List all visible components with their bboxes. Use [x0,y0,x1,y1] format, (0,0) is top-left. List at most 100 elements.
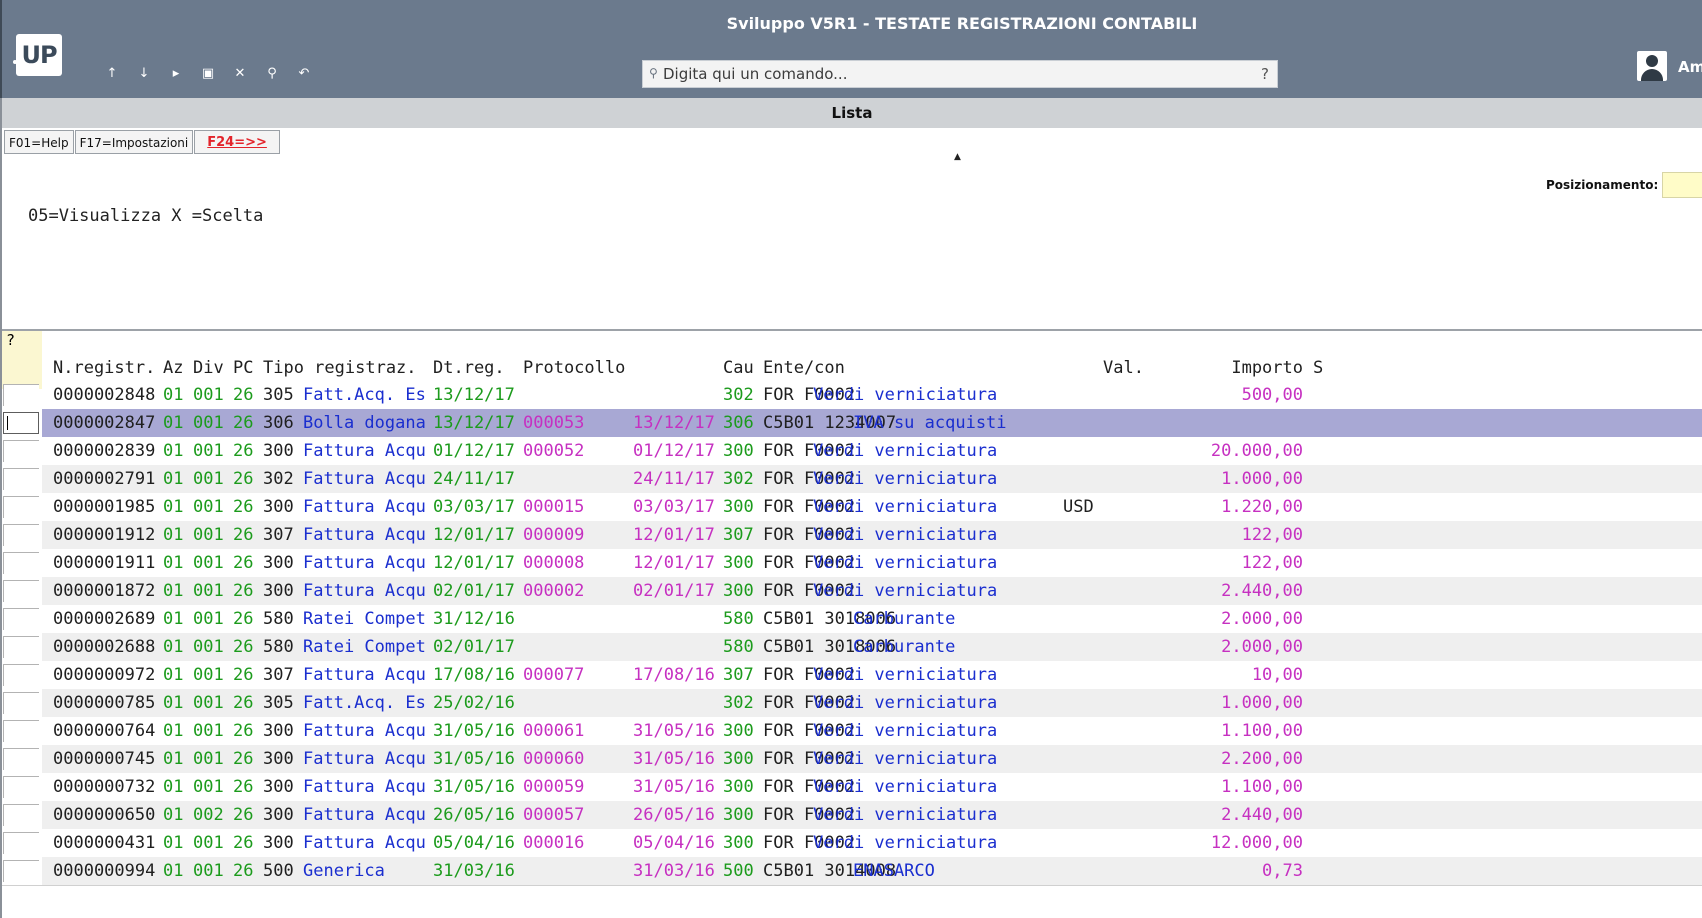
table-row[interactable]: 0000002847 01 001 26 306 Bolla dogana 13/12/17… [0,409,1702,437]
cell-tipo-code: 307 [263,525,294,545]
table-row[interactable]: 0000000650 01 002 26 300 Fattura Acqu 26/05/16… [0,801,1702,829]
cell-ente-desc: ENASARCO [853,861,935,881]
header-s: S [1313,358,1324,378]
cell-cau: 302 [723,469,754,489]
cell-pc: 26 [233,413,254,433]
cell-ente-desc: Verdi verniciatura [813,525,998,545]
cell-importo: 12.000,00 [1210,833,1303,853]
arrow-up-icon[interactable]: ↑ [96,64,128,84]
cell-az: 01 [163,413,184,433]
terminal-icon[interactable]: ▣ [192,64,224,84]
table-row[interactable]: 0000002791 01 001 26 302 Fattura Acqu 24/11/17… [0,465,1702,493]
command-input[interactable] [663,62,1243,86]
cell-cau: 300 [723,833,754,853]
cell-pc: 26 [233,861,254,881]
close-icon[interactable]: ✕ [224,64,256,84]
help-button[interactable]: F01=Help [4,130,74,154]
cell-tipo-code: 300 [263,777,294,797]
cell-importo: 2.000,00 [1221,609,1303,629]
play-icon[interactable]: ▸ [160,64,192,84]
table-row[interactable]: 0000000764 01 001 26 300 Fattura Acqu 31/05/16… [0,717,1702,745]
settings-button[interactable]: F17=Impostazioni [74,130,194,154]
header-val: Val. [1103,358,1144,378]
table-row[interactable]: 0000000994 01 001 26 500 Generica 31/03/16 31/0… [0,857,1702,885]
cell-pc: 26 [233,525,254,545]
cell-nreg: 0000002688 [53,637,156,657]
cell-ente-desc: Verdi verniciatura [813,833,998,853]
cell-protocollo-date: 24/11/17 [633,469,715,489]
cell-nreg: 0000001985 [53,497,156,517]
row-selector-input[interactable] [3,580,39,602]
cell-nreg: 0000002839 [53,441,156,461]
table-row[interactable]: 0000001911 01 001 26 300 Fattura Acqu 12/01/17… [0,549,1702,577]
search-icon[interactable]: ⚲ [256,64,288,84]
positioning-input[interactable] [1662,172,1702,198]
row-selector-input[interactable] [3,384,39,406]
arrow-down-icon[interactable]: ↓ [128,64,160,84]
table-row[interactable]: 0000002689 01 001 26 580 Ratei Compet 31/12/16… [0,605,1702,633]
user-avatar[interactable] [1637,51,1667,81]
row-selector-input[interactable] [3,468,39,490]
table-row[interactable]: 0000002848 01 001 26 305 Fatt.Acq. Es 13/12/17… [0,381,1702,409]
row-selector-input[interactable] [3,776,39,798]
cell-div: 001 [193,497,224,517]
table-row[interactable]: 0000000972 01 001 26 307 Fattura Acqu 17/08/16… [0,661,1702,689]
table-row[interactable]: 0000000732 01 001 26 300 Fattura Acqu 31/05/16… [0,773,1702,801]
cell-div: 001 [193,553,224,573]
cell-tipo-code: 300 [263,581,294,601]
table-row[interactable]: 0000000785 01 001 26 305 Fatt.Acq. Es 25/02/16… [0,689,1702,717]
row-selector-input[interactable] [3,860,39,882]
cell-cau: 300 [723,441,754,461]
cell-tipo-desc: Fattura Acqu [303,805,426,825]
row-selector-input[interactable] [3,608,39,630]
row-selector-input[interactable] [3,832,39,854]
cell-dtreg: 31/05/16 [433,749,515,769]
records-list: N.registr. Az Div PC Tipo registraz. Dt.… [0,357,1702,885]
row-selector-input[interactable] [3,524,39,546]
table-row[interactable]: 0000001872 01 001 26 300 Fattura Acqu 02/01/17… [0,577,1702,605]
header-cau: Cau [723,358,754,378]
table-row[interactable]: 0000002839 01 001 26 300 Fattura Acqu 01/12/17… [0,437,1702,465]
cell-cau: 307 [723,525,754,545]
cell-ente-desc: Verdi verniciatura [813,441,998,461]
caret-up-icon[interactable]: ▲ [954,152,961,162]
row-selector-input[interactable] [3,664,39,686]
more-functions-button[interactable]: F24=>> [194,130,280,154]
user-name[interactable]: Am [1678,58,1702,76]
cell-tipo-code: 300 [263,805,294,825]
cell-div: 001 [193,665,224,685]
cell-protocollo: 000015 [523,497,585,517]
cell-dtreg: 25/02/16 [433,693,515,713]
cell-tipo-code: 500 [263,861,294,881]
row-selector-input[interactable] [3,748,39,770]
cell-dtreg: 31/03/16 [433,861,515,881]
cell-dtreg: 12/01/17 [433,525,515,545]
help-icon[interactable]: ? [1261,65,1269,83]
cell-nreg: 0000001912 [53,525,156,545]
cell-div: 001 [193,525,224,545]
row-selector-input[interactable] [3,440,39,462]
row-selector-input[interactable] [3,496,39,518]
positioning-label: Posizionamento: [1546,178,1659,192]
cell-ente-desc: Verdi verniciatura [813,805,998,825]
cell-protocollo: 000002 [523,581,585,601]
table-row[interactable]: 0000000745 01 001 26 300 Fattura Acqu 31/05/16… [0,745,1702,773]
cell-pc: 26 [233,721,254,741]
table-row[interactable]: 0000001985 01 001 26 300 Fattura Acqu 03/03/17… [0,493,1702,521]
row-selector-input[interactable] [3,636,39,658]
row-selector-input[interactable] [3,692,39,714]
table-row[interactable]: 0000000431 01 001 26 300 Fattura Acqu 05/04/16… [0,829,1702,857]
undo-icon[interactable]: ↶ [288,64,320,84]
cell-cau: 300 [723,497,754,517]
cell-tipo-code: 305 [263,385,294,405]
cell-az: 01 [163,609,184,629]
table-row[interactable]: 0000001912 01 001 26 307 Fattura Acqu 12/01/17… [0,521,1702,549]
row-selector-input[interactable] [3,720,39,742]
table-row[interactable]: 0000002688 01 001 26 580 Ratei Compet 02/01/17… [0,633,1702,661]
row-selector-input[interactable] [3,804,39,826]
row-selector-input[interactable] [3,412,39,434]
row-selector-input[interactable] [3,552,39,574]
cell-dtreg: 17/08/16 [433,665,515,685]
cell-az: 01 [163,581,184,601]
cell-ente-desc: Verdi verniciatura [813,385,998,405]
